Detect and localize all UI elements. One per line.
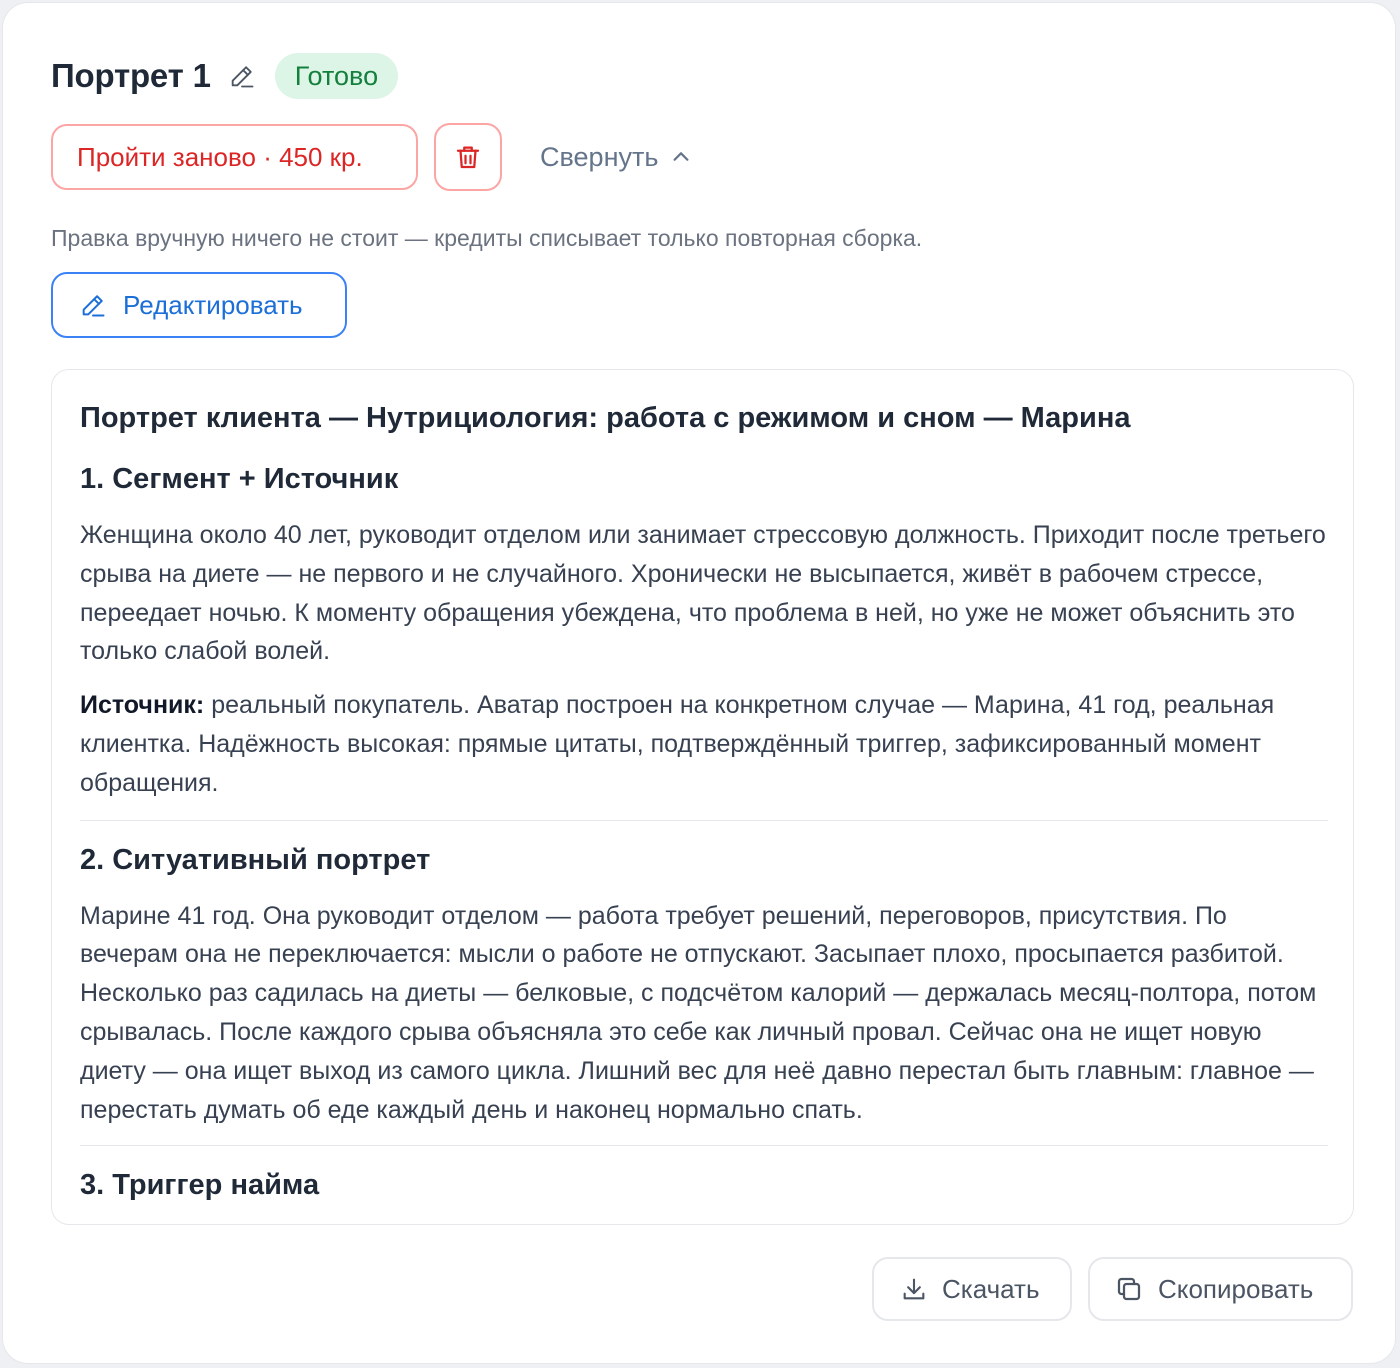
pencil-icon — [231, 66, 254, 88]
card-header: Портрет 1 Готово — [51, 53, 399, 99]
redo-button[interactable]: Пройти заново · 450 кр. — [51, 124, 418, 190]
copy-button[interactable]: Скопировать — [1088, 1257, 1353, 1321]
copy-icon — [1117, 1277, 1141, 1301]
portrait-card: Портрет 1 Готово Пройти заново · 450 кр.… — [2, 2, 1396, 1364]
source-text: реальный покупатель. Аватар построен на … — [80, 691, 1275, 797]
edit-button[interactable]: Редактировать — [51, 272, 347, 338]
collapse-button[interactable]: Свернуть — [540, 142, 692, 173]
delete-button[interactable] — [434, 123, 502, 191]
pricing-note: Правка вручную ничего не стоит — кредиты… — [51, 225, 923, 251]
download-label: Скачать — [942, 1273, 1040, 1304]
edit-label: Редактировать — [123, 289, 303, 320]
status-badge: Готово — [274, 53, 399, 99]
section-paragraph: Женщина около 40 лет, руководит отделом … — [80, 521, 1326, 666]
rename-button[interactable] — [225, 59, 259, 93]
chevron-up-icon — [673, 152, 689, 161]
source-paragraph: Источник: реальный покупатель. Аватар по… — [80, 686, 1328, 802]
section-heading: 1. Сегмент + Источник — [80, 463, 399, 495]
section-heading: 3. Триггер найма — [80, 1169, 320, 1202]
download-button[interactable]: Скачать — [872, 1257, 1072, 1321]
source-label: Источник: — [80, 691, 205, 720]
section-heading: 2. Ситуативный портрет — [80, 843, 431, 876]
section-paragraph: Марине 41 год. Она руководит отделом — р… — [80, 901, 1317, 1124]
portrait-document[interactable]: Портрет клиента — Нутрициология: работа … — [51, 369, 1354, 1225]
section-divider — [80, 819, 1328, 821]
pencil-icon — [82, 295, 105, 317]
portrait-title: Портрет 1 — [51, 57, 211, 94]
document-title: Портрет клиента — Нутрициология: работа … — [80, 402, 1131, 434]
copy-label: Скопировать — [1158, 1273, 1314, 1304]
document-content: Портрет клиента — Нутрициология: работа … — [80, 398, 1328, 1205]
section-divider — [80, 1145, 1328, 1147]
trash-icon — [456, 146, 480, 169]
collapse-label: Свернуть — [540, 141, 659, 172]
actions-row: Пройти заново · 450 кр. Свернуть — [51, 123, 692, 191]
download-icon — [903, 1278, 925, 1300]
